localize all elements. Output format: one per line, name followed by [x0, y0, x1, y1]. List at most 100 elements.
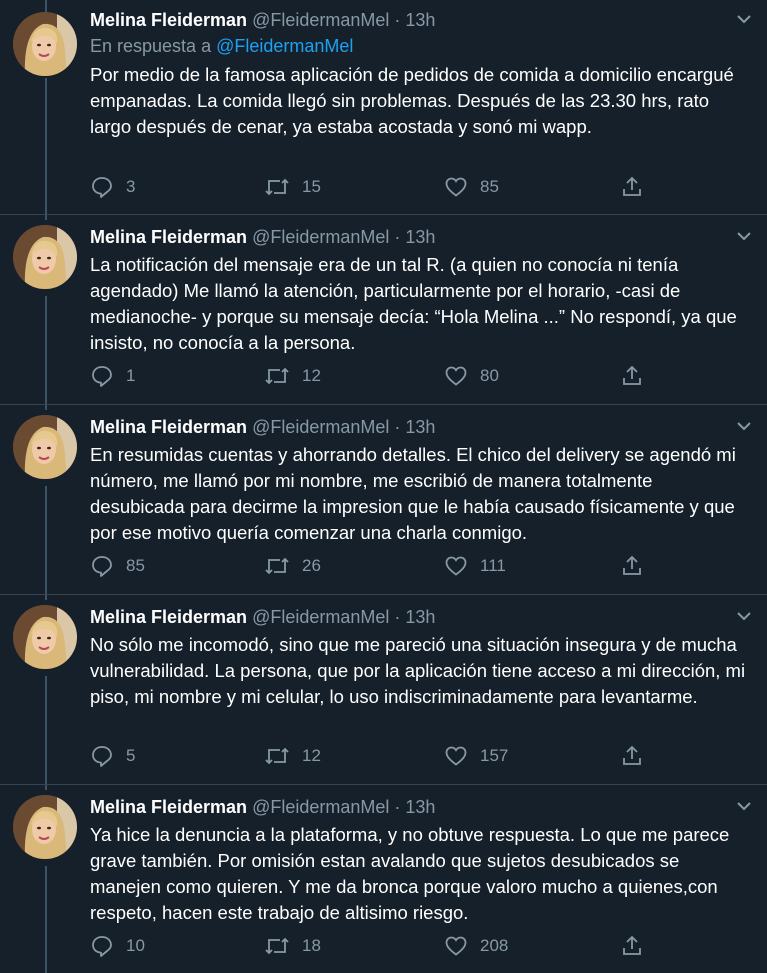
author-name[interactable]: Melina Fleiderman	[90, 417, 247, 437]
retweet-button[interactable]: 15	[264, 175, 321, 199]
chevron-down-icon[interactable]	[735, 607, 753, 625]
tweet-text: No sólo me incomodó, sino que me pareció…	[90, 634, 746, 707]
reply-count: 3	[126, 177, 136, 196]
retweet-count: 12	[302, 746, 321, 765]
author-name[interactable]: Melina Fleiderman	[90, 10, 247, 30]
like-button[interactable]: 208	[444, 934, 508, 958]
reply-icon	[92, 177, 112, 198]
tweet[interactable]: Melina Fleiderman @FleidermanMel · 13h Y…	[0, 787, 767, 973]
author-name[interactable]: Melina Fleiderman	[90, 227, 247, 247]
like-button[interactable]: 85	[444, 175, 499, 199]
share-button[interactable]	[620, 554, 656, 578]
author-name[interactable]: Melina Fleiderman	[90, 607, 247, 627]
retweet-button[interactable]: 12	[264, 364, 321, 388]
chevron-down-icon[interactable]	[735, 10, 753, 28]
reply-icon	[92, 746, 112, 767]
retweet-button[interactable]: 26	[264, 554, 321, 578]
reply-count: 1	[126, 366, 136, 385]
chevron-down-icon[interactable]	[735, 417, 753, 435]
tweet-text: En resumidas cuentas y ahorrando detalle…	[90, 444, 736, 543]
reply-button[interactable]: 1	[90, 364, 135, 388]
share-button[interactable]	[620, 744, 656, 768]
timestamp[interactable]: 13h	[405, 607, 435, 627]
separator-dot: ·	[394, 227, 401, 247]
separator-dot: ·	[394, 797, 401, 817]
action-bar: 1 12 80	[90, 364, 650, 388]
timestamp[interactable]: 13h	[405, 227, 435, 247]
action-bar: 85 26 111	[90, 554, 650, 578]
like-button[interactable]: 157	[444, 744, 508, 768]
retweet-count: 15	[302, 177, 321, 196]
heart-icon	[445, 746, 467, 766]
heart-icon	[445, 366, 467, 386]
reply-context: En respuesta a @FleidermanMel	[90, 34, 353, 58]
like-button[interactable]: 111	[444, 554, 506, 578]
tweet[interactable]: Melina Fleiderman @FleidermanMel · 13h E…	[0, 0, 767, 215]
share-button[interactable]	[620, 934, 656, 958]
chevron-down-icon[interactable]	[735, 227, 753, 245]
tweet[interactable]: Melina Fleiderman @FleidermanMel · 13h N…	[0, 597, 767, 787]
divider	[0, 404, 767, 405]
avatar-photo	[13, 605, 77, 669]
tweet[interactable]: Melina Fleiderman @FleidermanMel · 13h L…	[0, 217, 767, 407]
reply-button[interactable]: 10	[90, 934, 145, 958]
reply-icon	[92, 366, 112, 387]
reply-count: 85	[126, 556, 145, 575]
like-count: 157	[480, 746, 509, 765]
tweet-text: Por medio de la famosa aplicación de ped…	[90, 64, 734, 137]
like-button[interactable]: 80	[444, 364, 499, 388]
reply-prefix: En respuesta a	[90, 36, 212, 56]
retweet-button[interactable]: 12	[264, 744, 321, 768]
avatar[interactable]	[13, 605, 77, 669]
divider	[0, 594, 767, 595]
reply-button[interactable]: 5	[90, 744, 135, 768]
separator-dot: ·	[394, 417, 401, 437]
like-count: 111	[480, 556, 506, 575]
divider	[0, 214, 767, 215]
reply-icon	[92, 556, 112, 577]
avatar-photo	[13, 225, 77, 289]
tweet[interactable]: Melina Fleiderman @FleidermanMel · 13h E…	[0, 407, 767, 597]
heart-icon	[445, 556, 467, 576]
retweet-icon	[265, 937, 289, 955]
tweet-text: La notificación del mensaje era de un ta…	[90, 254, 737, 353]
retweet-count: 26	[302, 556, 321, 575]
avatar[interactable]	[13, 225, 77, 289]
tweet-header: Melina Fleiderman @FleidermanMel · 13h	[90, 8, 435, 32]
avatar-photo	[13, 415, 77, 479]
author-handle[interactable]: @FleidermanMel	[252, 227, 389, 247]
avatar-photo	[13, 795, 77, 859]
timestamp[interactable]: 13h	[405, 417, 435, 437]
avatar[interactable]	[13, 415, 77, 479]
heart-icon	[445, 177, 467, 197]
share-icon	[623, 745, 641, 765]
reply-handle-link[interactable]: @FleidermanMel	[216, 36, 353, 56]
reply-icon	[92, 936, 112, 957]
share-button[interactable]	[620, 364, 656, 388]
action-bar: 3 15 85	[90, 175, 650, 199]
like-count: 85	[480, 177, 499, 196]
retweet-icon	[265, 747, 289, 765]
reply-button[interactable]: 3	[90, 175, 135, 199]
retweet-icon	[265, 557, 289, 575]
author-handle[interactable]: @FleidermanMel	[252, 10, 389, 30]
heart-icon	[445, 936, 467, 956]
like-count: 208	[480, 936, 509, 955]
chevron-down-icon[interactable]	[735, 797, 753, 815]
author-handle[interactable]: @FleidermanMel	[252, 797, 389, 817]
avatar[interactable]	[13, 795, 77, 859]
action-bar: 5 12 157	[90, 744, 650, 768]
retweet-icon	[265, 367, 289, 385]
author-handle[interactable]: @FleidermanMel	[252, 607, 389, 627]
retweet-count: 12	[302, 366, 321, 385]
share-button[interactable]	[620, 175, 656, 199]
avatar[interactable]	[13, 12, 77, 76]
reply-button[interactable]: 85	[90, 554, 145, 578]
reply-count: 10	[126, 936, 145, 955]
author-handle[interactable]: @FleidermanMel	[252, 417, 389, 437]
timestamp[interactable]: 13h	[405, 797, 435, 817]
retweet-count: 18	[302, 936, 321, 955]
author-name[interactable]: Melina Fleiderman	[90, 797, 247, 817]
retweet-button[interactable]: 18	[264, 934, 321, 958]
timestamp[interactable]: 13h	[405, 10, 435, 30]
